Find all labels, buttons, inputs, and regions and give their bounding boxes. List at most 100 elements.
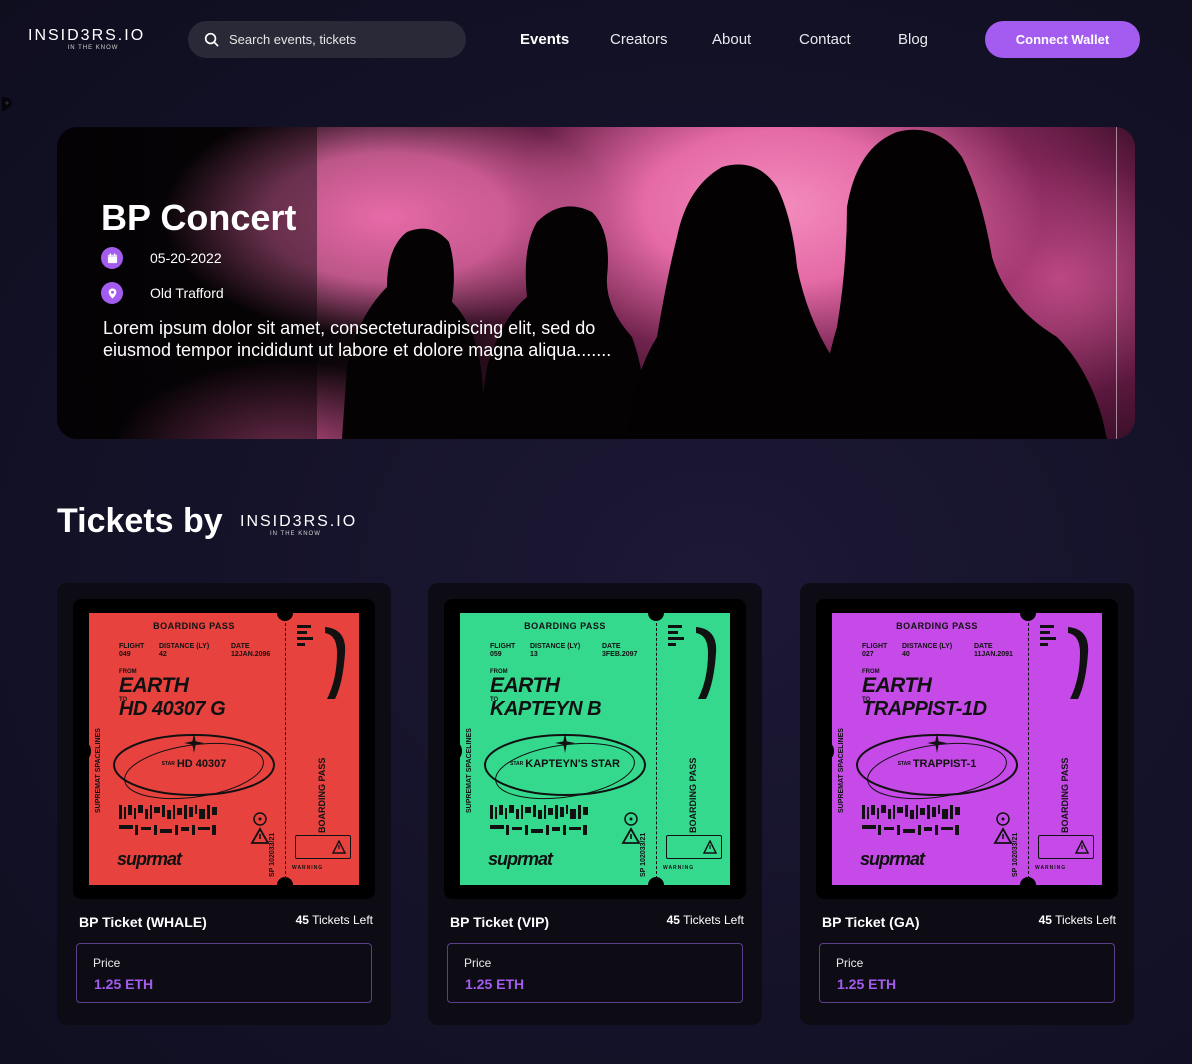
barcode-graphic [119,805,217,835]
event-venue-row: Old Trafford [101,282,224,304]
event-venue: Old Trafford [150,285,224,301]
pass-date: 11JAN.2091 [974,651,1013,658]
pass-brand: suprmat [117,849,182,869]
pass-distance-label: DISTANCE (LY) [530,643,581,650]
boarding-pass-art: BOARDING PASS FLIGHT 027 DISTANCE (LY) 4… [824,605,1102,893]
pass-heading-vertical: BOARDING PASS [317,757,327,833]
pass-flight-label: FLIGHT [490,643,516,650]
pass-sp: SP 102033/21 [640,832,647,877]
tickets-left-count: 45 [295,913,309,927]
pass-sp: SP 102033/21 [269,832,276,877]
pass-to: KAPTEYN B [490,698,602,720]
event-date: 05-20-2022 [150,250,222,266]
brand-logo[interactable]: INSID3RS.IO IN THE KNOW [28,27,148,52]
brand-tagline: IN THE KNOW [270,531,321,537]
pass-date-label: DATE [602,643,621,650]
pass-warning-box [666,835,722,859]
event-title: BP Concert [101,197,297,238]
tickets-left-label: Tickets Left [1055,913,1116,927]
price-label: Price [93,956,121,970]
nav-link-about[interactable]: About [712,31,751,48]
price-value: 1.25 ETH [465,976,525,992]
pass-heading: BOARDING PASS [524,621,606,631]
search-bar[interactable] [188,21,466,58]
pass-star-value: TRAPPIST-1 [912,758,977,770]
tickets-left-count: 45 [666,913,680,927]
search-icon [204,32,219,47]
pass-heading-vertical: BOARDING PASS [1060,757,1070,833]
stub-graphic [297,625,346,699]
pass-star-value: HD 40307 [176,758,227,770]
brand-name: INSID3RS.IO [240,513,358,530]
ticket-name: BP Ticket (WHALE) [79,914,207,930]
pass-distance-label: DISTANCE (LY) [159,643,210,650]
pass-line: SUPREMAT SPACELINES [838,728,845,813]
pass-date: 3FEB.2097 [602,651,638,658]
tickets-left: 45 Tickets Left [296,913,373,927]
price-label: Price [836,956,864,970]
pass-from: EARTH [862,674,932,697]
price-box[interactable]: Price 1.25 ETH [447,943,743,1003]
pass-warning: WARNING [1035,865,1067,871]
event-hero-banner[interactable]: BP Concert 05-20-2022 Old Trafford Lorem… [57,127,1135,439]
search-input[interactable] [229,32,449,47]
pass-line: SUPREMAT SPACELINES [466,728,473,813]
connect-wallet-button[interactable]: Connect Wallet [985,21,1140,58]
ticket-image: BOARDING PASS FLIGHT 027 DISTANCE (LY) 4… [816,599,1118,899]
pass-date-label: DATE [974,643,993,650]
barcode-graphic [490,805,588,835]
ticket-card-1[interactable]: BOARDING PASS FLIGHT 049 DISTANCE (LY) 4… [57,583,391,1025]
event-date-row: 05-20-2022 [101,247,222,269]
calendar-icon [101,247,123,269]
pass-heading: BOARDING PASS [896,621,978,631]
price-value: 1.25 ETH [94,976,154,992]
location-pin-icon [2,97,12,112]
pass-star-label: STAR [510,761,524,768]
pass-from: EARTH [119,674,189,697]
tickets-left: 45 Tickets Left [1039,913,1116,927]
pass-sp: SP 102033/21 [1012,832,1019,877]
nav-link-creators[interactable]: Creators [610,31,668,48]
pass-warning-box [1038,835,1094,859]
ticket-card-2[interactable]: BOARDING PASS FLIGHT 059 DISTANCE (LY) 1… [428,583,762,1025]
nav-link-blog[interactable]: Blog [898,31,928,48]
pass-flight-label: FLIGHT [119,643,145,650]
concert-silhouettes-image [57,127,1107,439]
pass-brand: suprmat [860,849,925,869]
stub-graphic [668,625,717,699]
event-description: Lorem ipsum dolor sit amet, consectetura… [103,318,612,360]
tickets-left-count: 45 [1038,913,1052,927]
pass-flight-label: FLIGHT [862,643,888,650]
warning-icon [332,840,346,854]
price-box[interactable]: Price 1.25 ETH [819,943,1115,1003]
price-label: Price [464,956,492,970]
barcode-graphic [862,805,960,835]
pass-warning: WARNING [292,865,324,871]
pass-distance-label: DISTANCE (LY) [902,643,953,650]
pass-to: HD 40307 G [119,698,226,720]
ticket-name: BP Ticket (VIP) [450,914,550,930]
pass-brand: suprmat [488,849,553,869]
stub-graphic [1040,625,1089,699]
pass-date-label: DATE [231,643,250,650]
location-pin-icon [101,282,123,304]
boarding-pass-art: BOARDING PASS FLIGHT 059 DISTANCE (LY) 1… [452,605,730,893]
brand-name: INSID3RS.IO [28,27,146,44]
ticket-card-3[interactable]: BOARDING PASS FLIGHT 027 DISTANCE (LY) 4… [800,583,1134,1025]
pass-to: TRAPPIST-1D [862,698,987,720]
price-box[interactable]: Price 1.25 ETH [76,943,372,1003]
pass-heading-vertical: BOARDING PASS [688,757,698,833]
warning-icon [1075,840,1089,854]
brand-logo-inline: INSID3RS.IO IN THE KNOW [240,513,370,538]
price-value: 1.25 ETH [837,976,897,992]
pass-star: STAR KAPTEYN'S STAR [480,758,650,770]
boarding-pass-art: BOARDING PASS FLIGHT 049 DISTANCE (LY) 4… [81,605,359,893]
top-nav: INSID3RS.IO IN THE KNOW Events Creators … [0,0,1192,80]
tickets-section-title: Tickets by [57,502,223,540]
pass-star: STAR TRAPPIST-1 [852,758,1022,770]
ticket-name: BP Ticket (GA) [822,914,920,930]
warning-icon [703,840,717,854]
nav-link-events[interactable]: Events [520,31,569,48]
pass-warning: WARNING [663,865,695,871]
nav-link-contact[interactable]: Contact [799,31,851,48]
